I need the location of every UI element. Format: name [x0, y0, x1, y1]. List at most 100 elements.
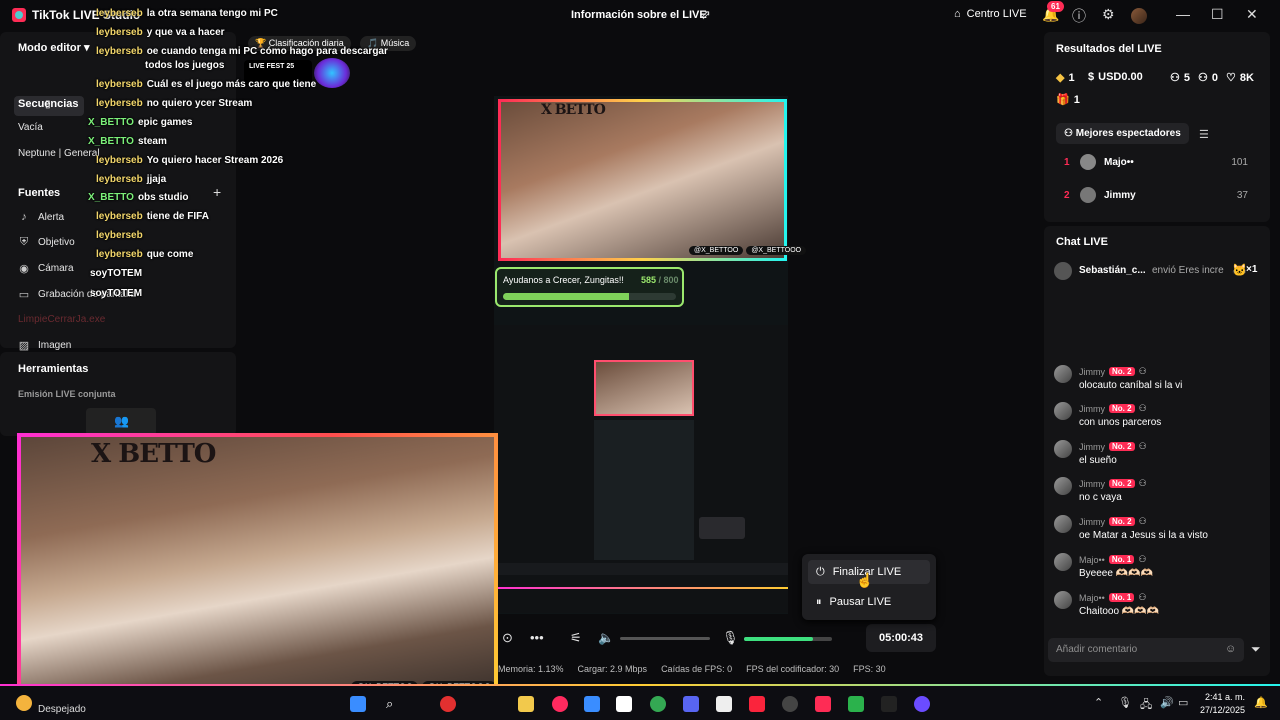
tiktok-live-icon[interactable]	[815, 696, 831, 712]
opera-gx-icon[interactable]	[552, 696, 568, 712]
gifts-stat: 🎁 1	[1056, 93, 1080, 107]
chat-message[interactable]: Jimmy No. 2 ⚇ olocauto caníbal si la vi	[1054, 363, 1260, 395]
help-icon[interactable]: ⓘ	[1072, 6, 1086, 26]
discord-icon[interactable]	[683, 696, 699, 712]
calendar-icon[interactable]	[716, 696, 732, 712]
music-app-icon[interactable]	[749, 696, 765, 712]
pause-live-button[interactable]: ⏸ Pausar LIVE	[808, 590, 930, 614]
overlay-chat-line: X_BETTO obs studio	[88, 192, 189, 203]
sources-title: Fuentes	[18, 187, 61, 199]
chat-message[interactable]: Jimmy No. 2 ⚇ oe Matar a Jesus si la a vist…	[1054, 513, 1260, 545]
chrome-icon[interactable]	[650, 696, 666, 712]
rank-badge: No. 2	[1109, 442, 1135, 451]
list-icon[interactable]: ☰	[1199, 128, 1209, 141]
comment-input[interactable]: Añadir comentario	[1048, 638, 1244, 662]
microphone-icon[interactable]: 🎙	[722, 630, 739, 646]
chat-username: leyberseb	[96, 27, 143, 38]
volume-icon[interactable]: 🔈	[598, 630, 614, 646]
rank-badge: No. 2	[1109, 367, 1135, 376]
chat-message[interactable]: Majo•• No. 1 ⚇ Chaitooo 🫶🏻🫶🏻🫶🏻	[1054, 589, 1260, 621]
user-avatar[interactable]	[1131, 8, 1147, 24]
stat-upload: Cargar: 2.9 Mbps	[577, 664, 648, 674]
stream-stats: Memoria: 1.13% Cargar: 2.9 Mbps Caídas d…	[498, 664, 886, 674]
live-status-icon[interactable]: ⊙	[502, 630, 513, 646]
chat-message[interactable]: Jimmy No. 2 ⚇ con unos parceros	[1054, 400, 1260, 432]
network-icon[interactable]: 🖧	[1140, 696, 1152, 715]
centro-live-button[interactable]: ⌂ Centro LIVE	[954, 8, 1027, 20]
minimize-icon[interactable]: —	[1176, 6, 1190, 22]
speaker-icon[interactable]: 🔊	[1160, 696, 1174, 709]
chat-text: oe Matar a Jesus si la a visto	[1079, 530, 1208, 541]
heart-icon: ♡	[1226, 72, 1236, 84]
opera-icon[interactable]	[440, 696, 456, 712]
follow-icon: ⚇	[1138, 478, 1147, 488]
nested-popup	[699, 517, 745, 539]
chat-text: no quiero ycer Stream	[146, 98, 253, 109]
obs-icon[interactable]	[782, 696, 798, 712]
files-icon[interactable]	[518, 696, 534, 712]
instagram-handle: @X_BETTOOO	[746, 246, 807, 255]
chat-text: que come	[146, 249, 194, 260]
volume-slider[interactable]	[620, 637, 710, 640]
rank-badge: No. 1	[1108, 555, 1135, 564]
sequence-item[interactable]: Vacía	[18, 122, 43, 133]
maximize-icon[interactable]: ☐	[1211, 6, 1224, 23]
stat-encoder-fps: FPS del codificador: 30	[746, 664, 840, 674]
earnings-stat: $ USD0.00	[1088, 71, 1143, 83]
source-item[interactable]: LimpieCerrarJa.exe	[18, 314, 105, 325]
results-title: Resultados del LIVE	[1056, 43, 1162, 55]
power-icon: ⏻	[816, 565, 825, 578]
source-item[interactable]: ◉ Cámara	[18, 262, 73, 275]
chat-message[interactable]: Jimmy No. 2 ⚇ el sueño	[1054, 438, 1260, 470]
share-icon[interactable]: ⇗	[700, 7, 711, 23]
sequence-item[interactable]: Neptune | General	[18, 148, 100, 159]
chat-username: X_BETTO	[88, 117, 134, 128]
add-source-icon[interactable]: +	[213, 184, 221, 200]
guests-button[interactable]: 👥	[86, 408, 156, 436]
chat-username: Jimmy	[1079, 516, 1105, 527]
main-camera-frame: X BETTO @X_BETTOO @X_BETTOOO	[17, 433, 498, 697]
windows-start-icon[interactable]	[350, 696, 366, 712]
top-viewer-row[interactable]: 1 Majo•• 101	[1044, 154, 1270, 177]
adjust-icon[interactable]: ⚟	[570, 630, 582, 646]
avatar	[1054, 553, 1072, 571]
overlay-chat-line: leyberseb y que va a hacer	[96, 27, 225, 38]
social-tags: @X_BETTOO @X_BETTOOO	[689, 246, 807, 255]
notification-icon[interactable]: 🔔	[1254, 696, 1268, 709]
system-clock[interactable]: 2:41 a. m. 27/12/2025	[1200, 691, 1245, 717]
chat-username: leyberseb	[96, 8, 143, 19]
chat-message[interactable]: Majo•• No. 1 ⚇ Byeeee 🫶🏻🫶🏻🫶🏻	[1054, 551, 1260, 583]
notion-icon[interactable]	[616, 696, 632, 712]
mic-level-slider[interactable]	[744, 637, 832, 641]
emoji-icon[interactable]: ☺	[1225, 643, 1236, 655]
top-viewer-row[interactable]: 2 Jimmy 37	[1044, 187, 1270, 210]
more-options-icon[interactable]: •••	[530, 630, 544, 645]
tray-chevron-icon[interactable]: ⌃	[1094, 696, 1103, 709]
tray-mic-icon[interactable]: 🎙	[1118, 696, 1132, 709]
epic-games-icon[interactable]	[881, 696, 897, 712]
close-icon[interactable]: ✕	[1246, 6, 1258, 23]
source-item[interactable]: ⛨ Objetivo	[18, 236, 75, 249]
follow-icon: ⚇	[1138, 516, 1147, 526]
chat-username: Jimmy	[1079, 366, 1105, 377]
bell-icon: ♪	[21, 211, 27, 223]
search-icon[interactable]: ⌕	[386, 696, 402, 712]
goal-text: Ayudanos a Crecer, Zungitas!!	[503, 275, 624, 285]
weather-text: Despejado	[38, 704, 86, 715]
todo-icon[interactable]	[584, 696, 600, 712]
filter-icon[interactable]: ⏷	[1251, 642, 1261, 657]
settings-gear-icon[interactable]: ⚙	[1102, 6, 1115, 23]
mode-selector[interactable]: Modo editor ▾	[18, 41, 90, 54]
chat-text: Byeeee 🫶🏻🫶🏻🫶🏻	[1079, 568, 1154, 579]
live-timer: 05:00:43	[866, 624, 936, 652]
source-item[interactable]: ▨ Imagen	[18, 339, 72, 352]
chat-username: leyberseb	[96, 98, 143, 109]
page-title: Información sobre el LIVE	[571, 9, 707, 21]
top-viewers-tab[interactable]: ⚇ Mejores espectadores	[1056, 123, 1189, 144]
battery-icon[interactable]: ▭	[1178, 696, 1188, 709]
nvidia-icon[interactable]	[848, 696, 864, 712]
chat-message[interactable]: Jimmy No. 2 ⚇ no c vaya	[1054, 475, 1260, 507]
chat-text: Yo quiero hacer Stream 2026	[146, 155, 284, 166]
app-icon[interactable]	[914, 696, 930, 712]
source-item[interactable]: ♪ Alerta	[18, 211, 64, 223]
